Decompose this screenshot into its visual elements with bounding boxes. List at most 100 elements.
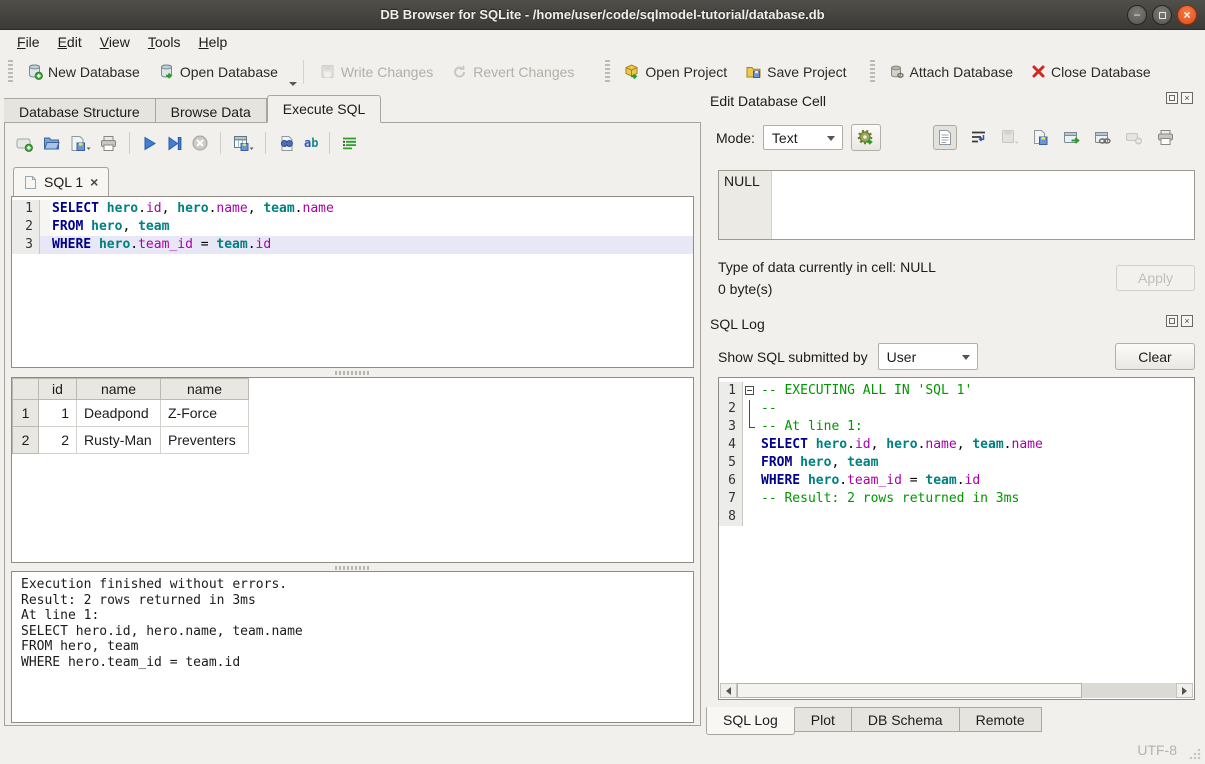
sql-document-tab[interactable]: SQL 1 × [13, 167, 109, 196]
results-table[interactable]: idnamename11DeadpondZ-Force22Rusty-ManPr… [12, 378, 249, 454]
revert-changes-button: Revert Changes [442, 58, 583, 85]
open-database-dropdown-icon[interactable] [289, 82, 297, 86]
line-number: 8 [719, 508, 743, 526]
dock-tab[interactable]: DB Schema [852, 707, 960, 732]
sql-editor-toolbar: ab [15, 129, 358, 157]
print-cell-icon[interactable] [1156, 129, 1175, 146]
save-sql-file-icon[interactable] [69, 134, 91, 153]
minimize-button[interactable]: − [1127, 5, 1147, 25]
execute-line-icon[interactable] [166, 135, 183, 152]
resize-grip[interactable] [1189, 748, 1201, 760]
line-number: 4 [719, 436, 743, 454]
line-number: 7 [719, 490, 743, 508]
format-sql-icon[interactable] [341, 136, 358, 151]
maximize-button[interactable] [1152, 5, 1172, 25]
table-cell[interactable]: 1 [39, 400, 77, 427]
menu-item[interactable]: File [8, 31, 49, 53]
close-dock-icon[interactable]: × [1181, 315, 1193, 327]
save-project-button[interactable]: Save Project [736, 58, 855, 85]
line-number: 3 [719, 418, 743, 436]
column-header[interactable]: id [39, 379, 77, 400]
sql-log-view[interactable]: 1-- EXECUTING ALL IN 'SQL 1'2--3-- At li… [718, 377, 1195, 700]
toolbar-drag-handle[interactable] [870, 60, 875, 84]
close-button[interactable]: × [1177, 5, 1197, 25]
line-number: 1 [12, 200, 40, 218]
toolbar-drag-handle[interactable] [8, 60, 13, 84]
menu-item[interactable]: Help [190, 31, 237, 53]
dock-tab[interactable]: Plot [795, 707, 852, 732]
line-number: 2 [12, 218, 40, 236]
menu-item[interactable]: View [91, 31, 139, 53]
code-line: 8 [719, 508, 1194, 526]
sql-editor[interactable]: 1SELECT hero.id, hero.name, team.name2FR… [11, 196, 694, 368]
sql-log-filter-row: Show SQL submitted by User Clear [718, 343, 1195, 370]
find-replace-icon[interactable]: ab [304, 136, 318, 150]
clear-log-button[interactable]: Clear [1115, 343, 1195, 370]
cell-type-info: Type of data currently in cell: NULL [718, 259, 936, 275]
save-results-icon[interactable] [232, 134, 254, 153]
menu-bar: FileEditViewToolsHelp [0, 30, 1205, 53]
row-header[interactable]: 2 [13, 427, 39, 454]
new-database-button[interactable]: New Database [17, 58, 149, 85]
table-cell[interactable]: Rusty-Man [77, 427, 161, 454]
fold-margin [40, 236, 50, 254]
fold-margin [743, 382, 759, 400]
encoding-indicator[interactable]: UTF-8 [1137, 742, 1177, 758]
mode-combobox[interactable]: Text [763, 125, 843, 150]
cell-value-editor[interactable]: NULL [718, 170, 1195, 240]
text-mode-icon[interactable] [933, 125, 957, 150]
main-tab[interactable]: Database Structure [4, 98, 156, 123]
fold-margin [743, 418, 759, 436]
column-header[interactable]: name [77, 379, 161, 400]
menu-item[interactable]: Tools [139, 31, 190, 53]
main-tab[interactable]: Browse Data [156, 98, 267, 123]
log-horizontal-scrollbar[interactable] [720, 683, 1193, 698]
close-database-button[interactable]: Close Database [1022, 59, 1160, 85]
toolbar-drag-handle[interactable] [605, 60, 610, 84]
new-sql-tab-icon[interactable] [15, 134, 34, 153]
table-cell[interactable]: 2 [39, 427, 77, 454]
close-dock-icon[interactable]: × [1181, 92, 1193, 104]
menu-item[interactable]: Edit [49, 31, 91, 53]
scrollbar-thumb[interactable] [737, 683, 1082, 698]
column-header[interactable]: name [161, 379, 249, 400]
scroll-left-icon[interactable] [720, 683, 737, 698]
results-message-splitter[interactable] [335, 566, 371, 570]
fold-collapse-icon[interactable] [745, 386, 754, 395]
code-text: WHERE hero.team_id = team.id [50, 236, 693, 254]
code-line: 2FROM hero, team [12, 218, 693, 236]
table-cell[interactable]: Z-Force [161, 400, 249, 427]
fold-margin [743, 472, 759, 490]
main-toolbar: New Database Open Database Write Changes… [0, 53, 1205, 90]
code-text: SELECT hero.id, hero.name, team.name [759, 436, 1194, 454]
copy-link-icon[interactable] [1094, 130, 1112, 146]
open-sql-file-icon[interactable] [42, 134, 61, 153]
attach-database-button[interactable]: Attach Database [879, 58, 1023, 85]
close-sql-tab-icon[interactable]: × [90, 174, 98, 190]
open-external-icon[interactable] [1063, 130, 1081, 146]
apply-settings-button[interactable] [851, 124, 881, 151]
row-header[interactable]: 1 [13, 400, 39, 427]
float-dock-icon[interactable] [1166, 315, 1178, 327]
table-cell[interactable]: Preventers [161, 427, 249, 454]
code-line: 7-- Result: 2 rows returned in 3ms [719, 490, 1194, 508]
scroll-right-icon[interactable] [1176, 683, 1193, 698]
execute-sql-panel: ab SQL 1 × 1SELECT hero.id, hero.name, t… [4, 122, 701, 726]
open-database-button[interactable]: Open Database [149, 58, 287, 85]
export-file-icon[interactable] [1032, 129, 1050, 146]
float-dock-icon[interactable] [1166, 92, 1178, 104]
word-wrap-icon[interactable] [970, 130, 987, 145]
code-text [759, 508, 1194, 526]
main-tab[interactable]: Execute SQL [267, 95, 382, 123]
dock-tab[interactable]: SQL Log [706, 707, 795, 735]
find-icon[interactable] [277, 134, 296, 153]
dock-tab[interactable]: Remote [960, 707, 1042, 732]
title-bar: DB Browser for SQLite - /home/user/code/… [0, 0, 1205, 30]
print-icon[interactable] [99, 134, 118, 153]
execute-all-icon[interactable] [141, 135, 158, 152]
table-cell[interactable]: Deadpond [77, 400, 161, 427]
open-project-button[interactable]: Open Project [614, 58, 736, 85]
log-filter-value: User [887, 349, 917, 365]
editor-results-splitter[interactable] [335, 371, 371, 375]
log-filter-combobox[interactable]: User [878, 343, 978, 370]
